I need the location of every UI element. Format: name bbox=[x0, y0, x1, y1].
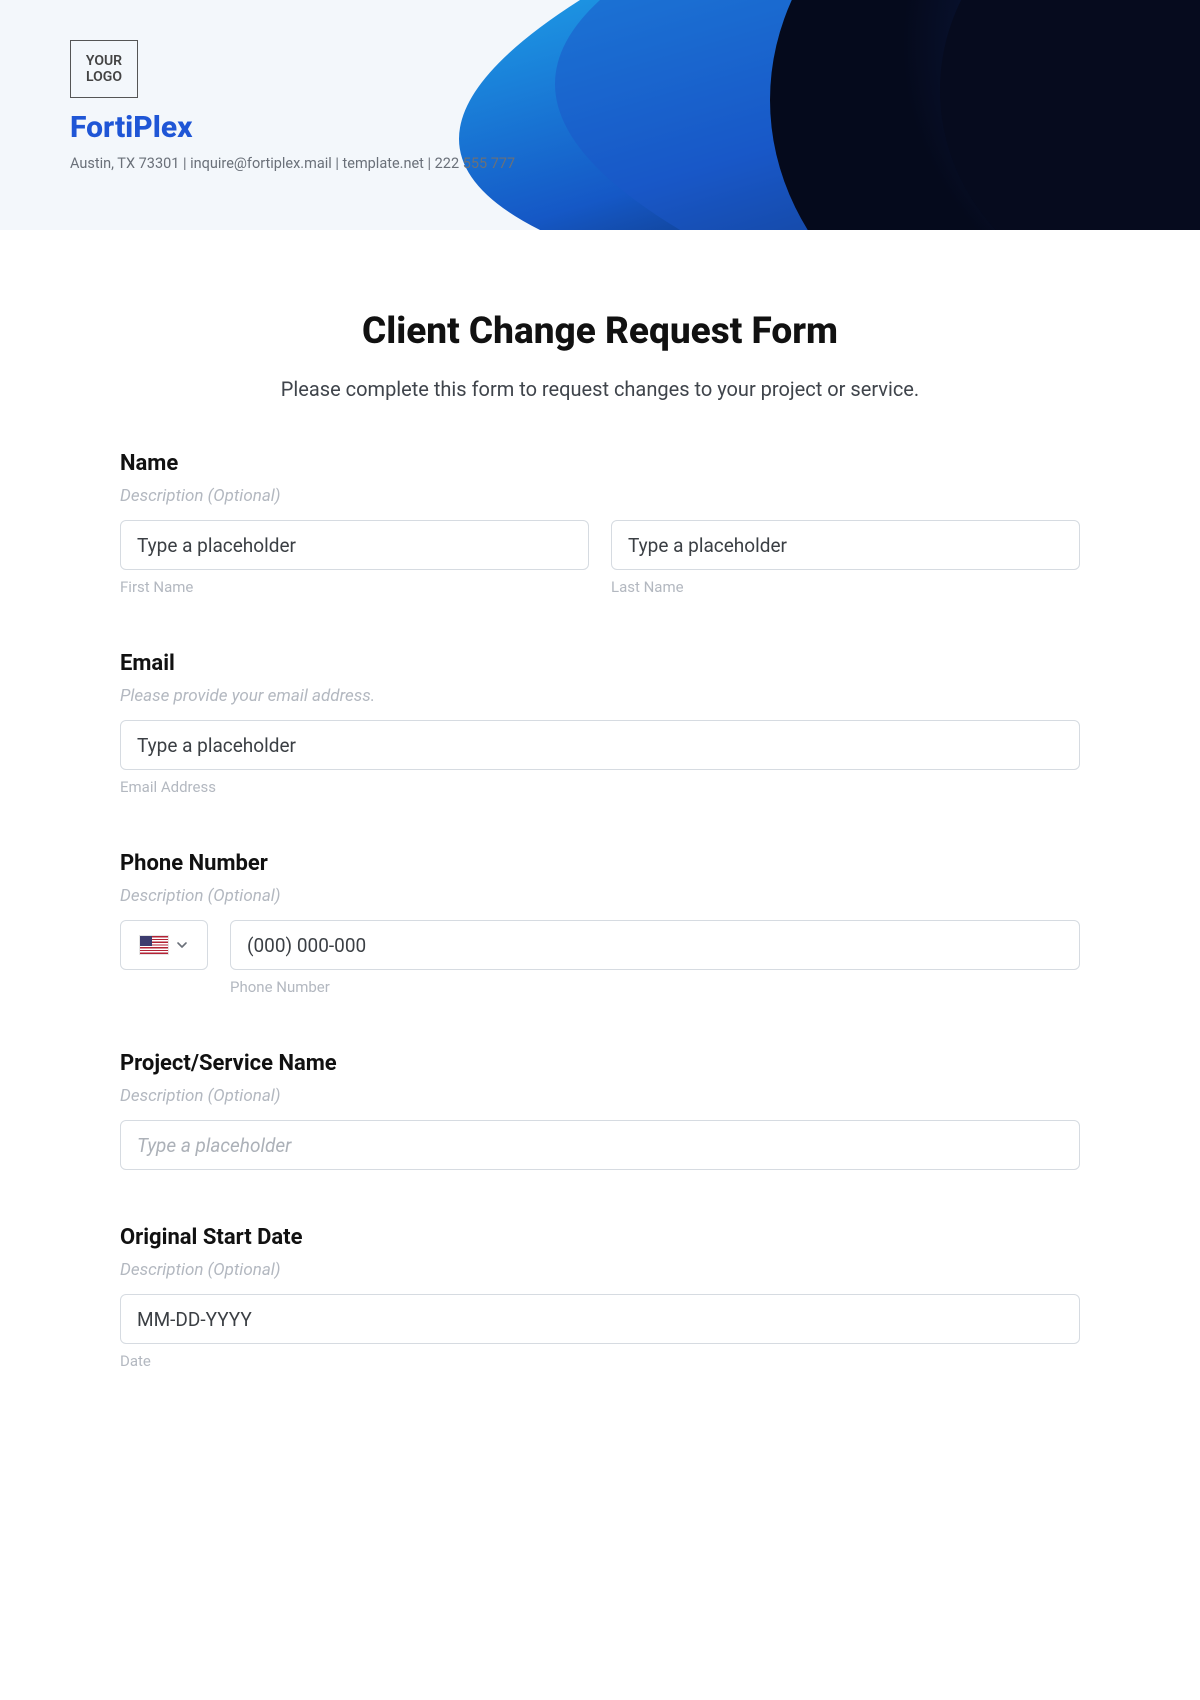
name-description: Description (Optional) bbox=[120, 486, 1080, 506]
email-label: Email bbox=[120, 651, 1080, 676]
email-input[interactable] bbox=[120, 720, 1080, 770]
field-name: Name Description (Optional) First Name L… bbox=[120, 451, 1080, 596]
form-main: Client Change Request Form Please comple… bbox=[0, 230, 1200, 1465]
field-start-date: Original Start Date Description (Optiona… bbox=[120, 1225, 1080, 1370]
brand-name: FortiPlex bbox=[70, 110, 1200, 145]
phone-input[interactable] bbox=[230, 920, 1080, 970]
page-header: YOUR LOGO FortiPlex Austin, TX 73301 | i… bbox=[0, 0, 1200, 230]
field-email: Email Please provide your email address.… bbox=[120, 651, 1080, 796]
project-input[interactable] bbox=[120, 1120, 1080, 1170]
phone-description: Description (Optional) bbox=[120, 886, 1080, 906]
last-name-input[interactable] bbox=[611, 520, 1080, 570]
form-title: Client Change Request Form bbox=[120, 310, 1080, 353]
logo-placeholder: YOUR LOGO bbox=[70, 40, 138, 98]
phone-sublabel: Phone Number bbox=[230, 978, 1080, 996]
form-subtitle: Please complete this form to request cha… bbox=[120, 377, 1080, 401]
last-name-sublabel: Last Name bbox=[611, 578, 1080, 596]
chevron-down-icon bbox=[176, 939, 188, 951]
startdate-label: Original Start Date bbox=[120, 1225, 1080, 1250]
startdate-description: Description (Optional) bbox=[120, 1260, 1080, 1280]
field-phone: Phone Number Description (Optional) Phon… bbox=[120, 851, 1080, 996]
field-project: Project/Service Name Description (Option… bbox=[120, 1051, 1080, 1170]
email-sublabel: Email Address bbox=[120, 778, 1080, 796]
project-description: Description (Optional) bbox=[120, 1086, 1080, 1106]
country-code-selector[interactable] bbox=[120, 920, 208, 970]
phone-label: Phone Number bbox=[120, 851, 1080, 876]
project-label: Project/Service Name bbox=[120, 1051, 1080, 1076]
startdate-input[interactable] bbox=[120, 1294, 1080, 1344]
email-description: Please provide your email address. bbox=[120, 686, 1080, 706]
first-name-sublabel: First Name bbox=[120, 578, 589, 596]
contact-info: Austin, TX 73301 | inquire@fortiplex.mai… bbox=[70, 155, 1200, 172]
us-flag-icon bbox=[140, 936, 168, 954]
startdate-sublabel: Date bbox=[120, 1352, 1080, 1370]
name-label: Name bbox=[120, 451, 1080, 476]
first-name-input[interactable] bbox=[120, 520, 589, 570]
